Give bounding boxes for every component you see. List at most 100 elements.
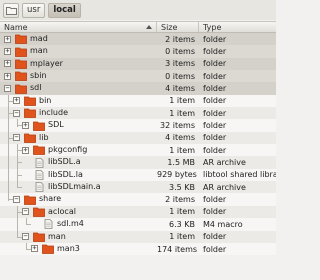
name-cell: + sbin	[0, 70, 157, 82]
expand-icon[interactable]: +	[4, 47, 11, 55]
folder-icon	[24, 96, 36, 106]
folder-icon	[24, 195, 36, 205]
size-cell: 1 item	[169, 145, 195, 155]
file-name: libSDLmain.a	[48, 182, 101, 192]
folder-toggle-button[interactable]	[3, 2, 19, 18]
file-name: include	[39, 108, 68, 118]
file-name: man3	[57, 243, 80, 253]
type-cell: M4 macro	[203, 219, 243, 229]
type-column-header[interactable]: Type	[199, 22, 276, 32]
expand-icon[interactable]: +	[31, 245, 38, 253]
name-cell: libSDL.la	[0, 169, 157, 181]
type-cell: folder	[203, 133, 227, 143]
expand-icon[interactable]: +	[22, 121, 29, 129]
table-row[interactable]: + pkgconfig 1 item folder	[0, 144, 276, 157]
table-row[interactable]: + man3 174 items folder	[0, 242, 276, 256]
folder-icon	[33, 145, 45, 156]
file-name: libSDL.a	[48, 157, 81, 167]
collapse-icon[interactable]: −	[13, 134, 20, 142]
table-row[interactable]: − include 1 item folder	[0, 107, 276, 120]
name-cell: − man	[0, 231, 157, 243]
file-icon	[35, 157, 44, 168]
name-cell: + SDL	[0, 119, 157, 131]
type-cell: folder	[203, 59, 227, 69]
table-row[interactable]: + SDL 32 items folder	[0, 119, 276, 132]
expand-icon[interactable]: +	[4, 35, 11, 43]
folder-icon	[24, 108, 36, 119]
table-row[interactable]: libSDL.a 1.5 MB AR archive	[0, 156, 276, 169]
crumb-usr[interactable]: usr	[22, 2, 46, 18]
type-cell: AR archive	[203, 158, 246, 168]
table-row[interactable]: libSDLmain.a 3.5 KB AR archive	[0, 181, 276, 194]
table-row[interactable]: libSDL.la 929 bytes libtool shared library	[0, 168, 276, 182]
name-column-header[interactable]: Name	[0, 22, 157, 32]
collapse-icon[interactable]: −	[22, 208, 29, 216]
name-cell: libSDLmain.a	[0, 181, 157, 193]
file-name: aclocal	[48, 206, 76, 216]
table-row[interactable]: + bin 1 item folder	[0, 94, 276, 108]
type-cell: folder	[203, 244, 227, 254]
file-name: sdl	[30, 83, 42, 93]
expand-icon[interactable]: +	[4, 60, 11, 68]
name-cell: − aclocal	[0, 206, 157, 218]
path-bar: usr local	[0, 0, 276, 20]
table-row[interactable]: − man 1 item folder	[0, 230, 276, 243]
file-name: sbin	[30, 71, 47, 81]
table-row[interactable]: − aclocal 1 item folder	[0, 205, 276, 219]
size-cell: 0 items	[165, 71, 195, 81]
table-row[interactable]: − share 2 items folder	[0, 193, 276, 206]
table-row[interactable]: + mad 2 items folder	[0, 33, 276, 46]
table-row[interactable]: + sbin 0 items folder	[0, 70, 276, 83]
file-name: mad	[30, 34, 48, 43]
table-row[interactable]: − sdl 4 items folder	[0, 82, 276, 95]
file-icon	[35, 182, 44, 193]
folder-icon	[5, 6, 17, 15]
table-row[interactable]: sdl.m4 6.3 KB M4 macro	[0, 218, 276, 231]
name-cell: + man	[0, 45, 157, 57]
file-name: sdl.m4	[57, 219, 84, 229]
crumb-local[interactable]: local	[48, 2, 81, 18]
expand-icon[interactable]: +	[22, 146, 29, 154]
type-cell: libtool shared library	[203, 170, 276, 180]
folder-icon	[33, 232, 45, 242]
folder-icon	[33, 207, 45, 217]
file-name: share	[39, 194, 62, 204]
type-cell: folder	[203, 71, 227, 81]
expand-icon[interactable]: +	[4, 72, 11, 80]
file-name: pkgconfig	[48, 145, 88, 155]
type-cell: AR archive	[203, 182, 246, 192]
size-cell: 1 item	[169, 207, 195, 217]
table-row[interactable]: + man 0 items folder	[0, 45, 276, 58]
name-cell: + man3	[0, 243, 157, 255]
type-cell: folder	[203, 195, 227, 205]
file-name: lib	[39, 132, 49, 142]
type-cell: folder	[203, 47, 227, 57]
size-cell: 2 items	[165, 195, 195, 205]
name-cell: − share	[0, 193, 157, 205]
size-cell: 32 items	[160, 121, 195, 131]
type-cell: folder	[203, 207, 227, 217]
folder-icon	[15, 34, 27, 45]
collapse-icon[interactable]: −	[22, 233, 29, 240]
collapse-icon[interactable]: −	[13, 109, 20, 117]
type-column-label: Type	[203, 22, 222, 32]
file-icon	[35, 170, 44, 180]
table-row[interactable]: + mplayer 3 items folder	[0, 57, 276, 71]
size-column-header[interactable]: Size	[157, 22, 199, 32]
file-name: mplayer	[30, 58, 63, 68]
sort-ascending-icon	[146, 25, 152, 29]
expand-icon[interactable]: +	[13, 97, 20, 105]
name-cell: libSDL.a	[0, 156, 157, 168]
size-cell: 4 items	[165, 133, 195, 143]
file-icon	[44, 219, 53, 230]
table-row[interactable]: − lib 4 items folder	[0, 131, 276, 145]
collapse-icon[interactable]: −	[13, 195, 20, 203]
file-list: + mad 2 items folder + man 0 items folder + mplay…	[0, 33, 276, 256]
collapse-icon[interactable]: −	[4, 84, 11, 92]
file-name: libSDL.la	[48, 169, 83, 179]
type-cell: folder	[203, 34, 227, 44]
size-cell: 174 items	[157, 244, 198, 254]
name-cell: + pkgconfig	[0, 144, 157, 156]
type-cell: folder	[203, 108, 227, 118]
size-cell: 1.5 MB	[167, 158, 195, 168]
